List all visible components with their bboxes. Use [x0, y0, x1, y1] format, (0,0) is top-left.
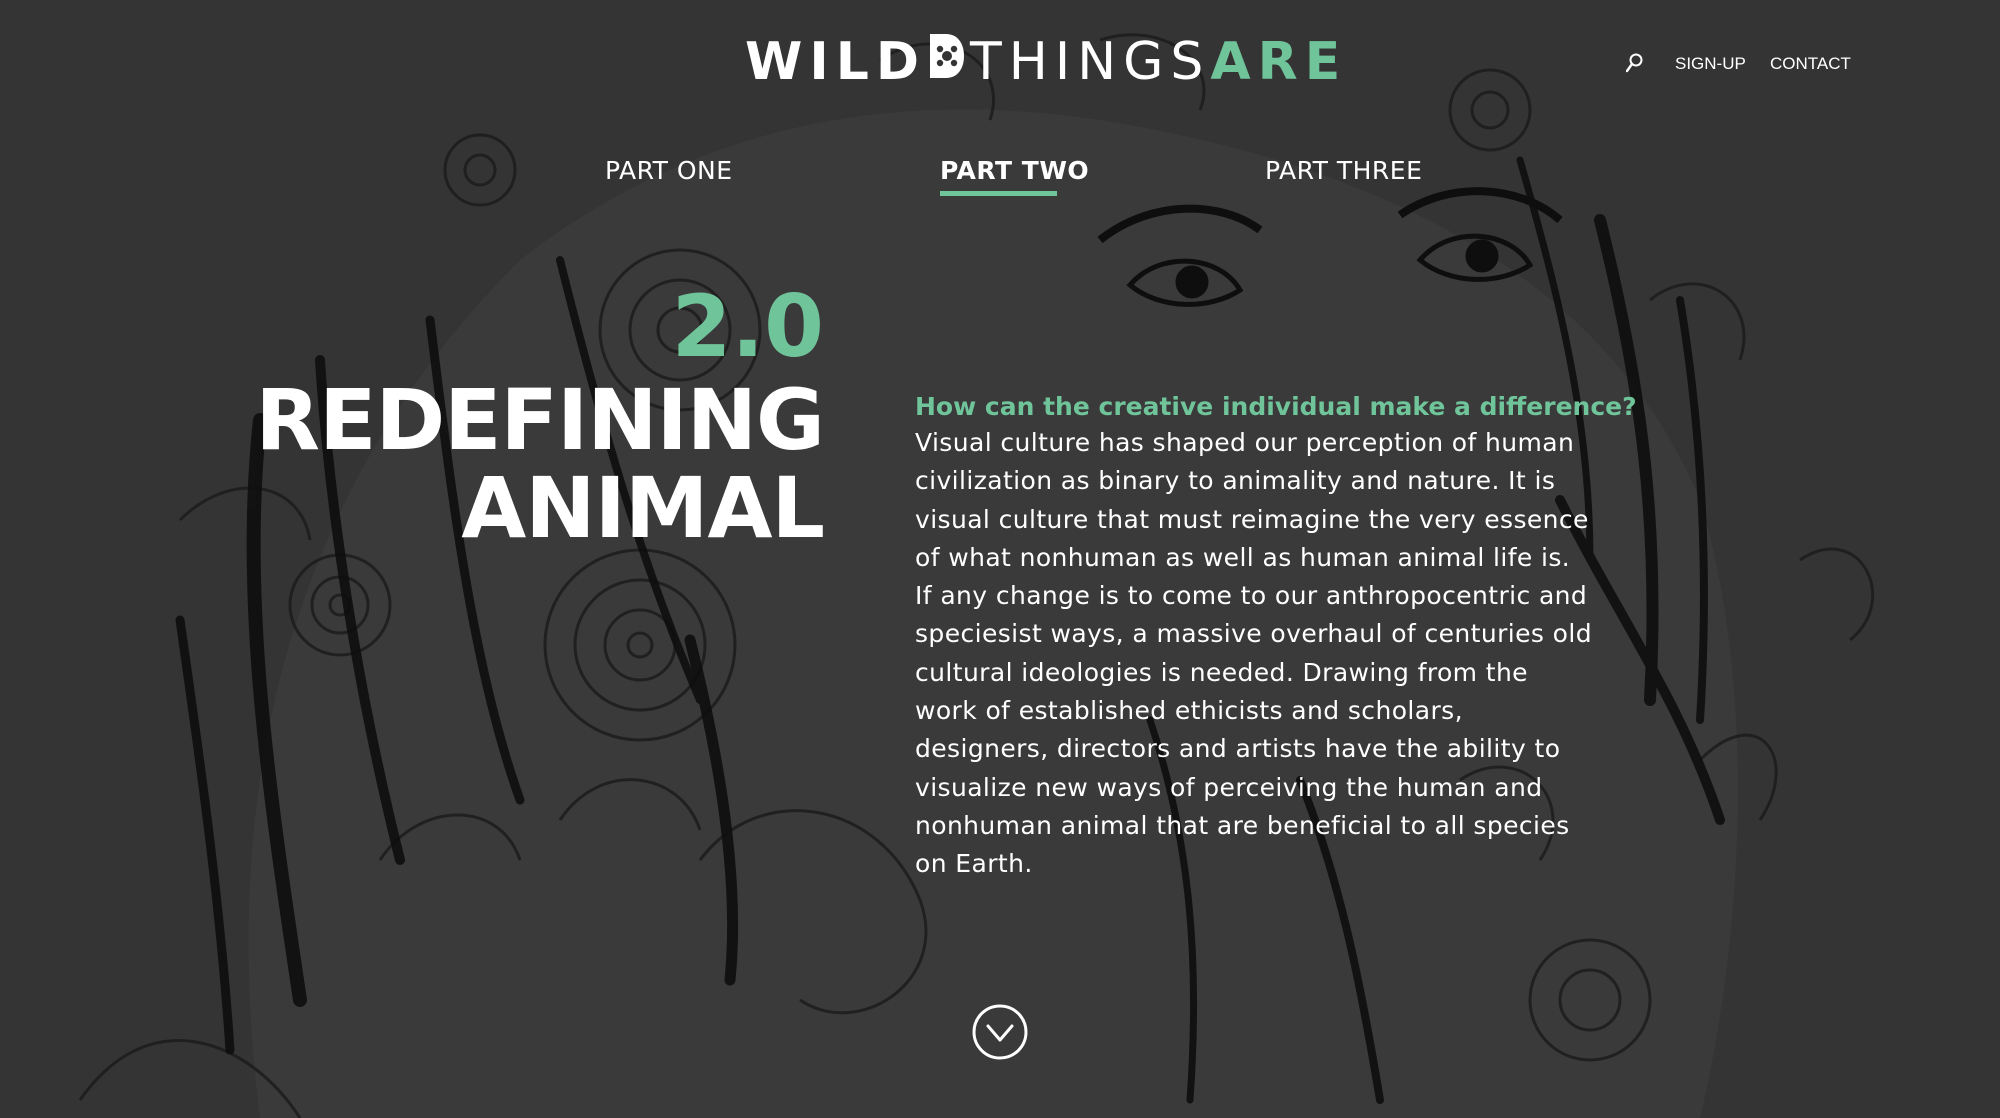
chapter-title-line-2: ANIMAL [461, 459, 825, 557]
search-icon[interactable] [1625, 53, 1644, 77]
chevron-down-circle-icon[interactable] [971, 1003, 1029, 1065]
chapter-title: REDEFINING ANIMAL [255, 371, 825, 557]
logo-are-text: ARE [1210, 32, 1348, 92]
body-paragraph: Visual culture has shaped our perception… [915, 428, 1592, 879]
logo-things-text: THINGS [970, 32, 1211, 92]
tab-part-two[interactable]: PART TWO [940, 156, 1089, 185]
active-tab-indicator [940, 191, 1057, 196]
paw-flower-icon [926, 30, 966, 95]
tab-part-one[interactable]: PART ONE [605, 156, 733, 185]
chapter-title-line-1: REDEFINING [255, 371, 825, 469]
tab-part-three[interactable]: PART THREE [1265, 156, 1422, 185]
lead-question: How can the creative individual make a d… [915, 392, 1637, 421]
site-logo[interactable]: WILD THINGS ARE [745, 32, 1347, 92]
sign-up-link[interactable]: SIGN-UP [1675, 54, 1746, 74]
contact-link[interactable]: CONTACT [1770, 54, 1851, 74]
chapter-number: 2.0 [671, 277, 824, 377]
logo-wild-text: WILD [745, 32, 927, 92]
